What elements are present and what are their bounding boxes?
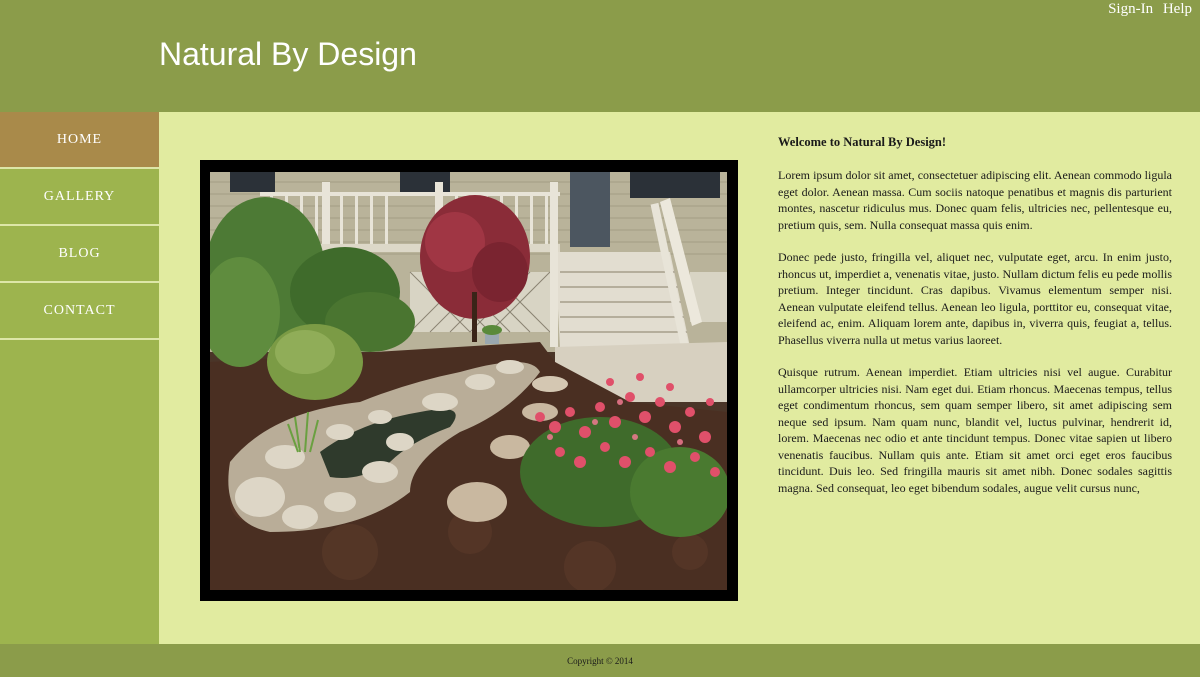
paragraph-2: Donec pede justo, fringilla vel, aliquet… [778, 250, 1172, 347]
copyright-text: Copyright © 2014 [567, 655, 633, 666]
main-content: Welcome to Natural By Design! Lorem ipsu… [159, 112, 1200, 644]
page: Natural By Design Sign-In Help HOME GALL… [0, 0, 1200, 677]
footer: Copyright © 2014 [0, 644, 1200, 677]
nav-item-home[interactable]: HOME [0, 112, 159, 169]
garden-photo-frame [200, 160, 738, 601]
nav-item-blog[interactable]: BLOG [0, 226, 159, 283]
garden-photo [210, 172, 727, 590]
paragraph-3: Quisque rutrum. Aenean imperdiet. Etiam … [778, 365, 1172, 495]
nav-item-gallery[interactable]: GALLERY [0, 169, 159, 226]
nav-item-contact[interactable]: CONTACT [0, 283, 159, 340]
top-links: Sign-In Help [1102, 1, 1192, 18]
sign-in-link[interactable]: Sign-In [1108, 1, 1153, 17]
intro-text-column: Welcome to Natural By Design! Lorem ipsu… [778, 134, 1172, 512]
welcome-heading: Welcome to Natural By Design! [778, 135, 947, 149]
header: Natural By Design Sign-In Help [0, 0, 1200, 112]
help-link[interactable]: Help [1163, 1, 1192, 17]
garden-scene-illustration [210, 172, 727, 590]
paragraph-1: Lorem ipsum dolor sit amet, consectetuer… [778, 168, 1172, 232]
sidebar-nav: HOME GALLERY BLOG CONTACT [0, 112, 159, 644]
site-title: Natural By Design [159, 36, 417, 72]
